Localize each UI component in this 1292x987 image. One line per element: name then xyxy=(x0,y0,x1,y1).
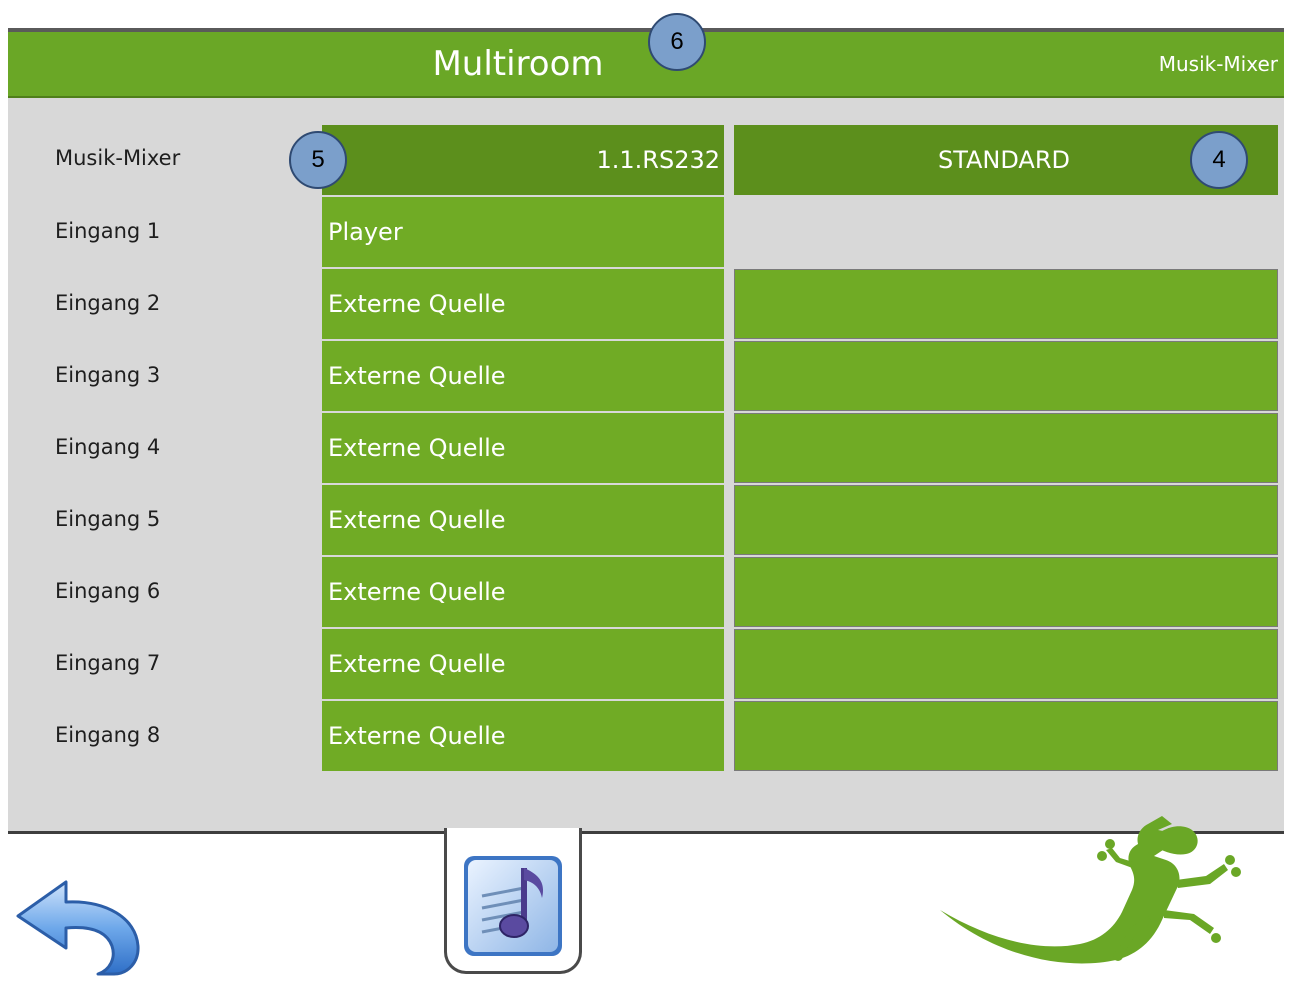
input-label-1: Eingang 1 xyxy=(55,219,161,243)
page-title: Multiroom xyxy=(432,44,604,84)
logo xyxy=(940,810,1292,987)
interface-value: 1.1.RS232 xyxy=(596,146,720,174)
input-output-6[interactable] xyxy=(734,557,1278,627)
input-source-label: Externe Quelle xyxy=(328,722,506,750)
callout-5: 5 xyxy=(289,131,347,189)
input-source-6[interactable]: Externe Quelle xyxy=(322,557,724,627)
input-output-7[interactable] xyxy=(734,629,1278,699)
back-button[interactable] xyxy=(14,878,144,978)
header-bar: Multiroom Musik-Mixer xyxy=(8,28,1284,98)
mixer-panel: Musik-Mixer 1.1.RS232 STANDARD Eingang 1… xyxy=(8,98,1284,834)
input-label-2: Eingang 2 xyxy=(55,291,161,315)
back-arrow-icon xyxy=(16,880,140,976)
gecko-logo-icon xyxy=(940,816,1241,964)
input-label-5: Eingang 5 xyxy=(55,507,161,531)
input-source-3[interactable]: Externe Quelle xyxy=(322,341,724,411)
input-label-6: Eingang 6 xyxy=(55,579,161,603)
input-source-label: Externe Quelle xyxy=(328,434,506,462)
input-source-label: Player xyxy=(328,218,403,246)
callout-6: 6 xyxy=(648,13,706,71)
input-label-8: Eingang 8 xyxy=(55,723,161,747)
interface-button[interactable]: 1.1.RS232 xyxy=(322,125,724,195)
input-output-2[interactable] xyxy=(734,269,1278,339)
input-label-7: Eingang 7 xyxy=(55,651,161,675)
input-source-8[interactable]: Externe Quelle xyxy=(322,701,724,771)
input-label-4: Eingang 4 xyxy=(55,435,161,459)
input-source-label: Externe Quelle xyxy=(328,650,506,678)
input-source-7[interactable]: Externe Quelle xyxy=(322,629,724,699)
input-output-8[interactable] xyxy=(734,701,1278,771)
input-output-5[interactable] xyxy=(734,485,1278,555)
music-button[interactable] xyxy=(454,844,572,964)
input-label-3: Eingang 3 xyxy=(55,363,161,387)
input-source-label: Externe Quelle xyxy=(328,290,506,318)
input-source-5[interactable]: Externe Quelle xyxy=(322,485,724,555)
page-subtitle: Musik-Mixer xyxy=(1158,52,1278,76)
input-source-4[interactable]: Externe Quelle xyxy=(322,413,724,483)
callout-4: 4 xyxy=(1190,131,1248,189)
input-source-2[interactable]: Externe Quelle xyxy=(322,269,724,339)
input-source-label: Externe Quelle xyxy=(328,578,506,606)
music-note-icon xyxy=(464,856,562,956)
input-output-3[interactable] xyxy=(734,341,1278,411)
input-source-1[interactable]: Player xyxy=(322,197,724,267)
bottom-bar xyxy=(0,816,1292,987)
mode-value: STANDARD xyxy=(937,146,1071,174)
mixer-label: Musik-Mixer xyxy=(55,146,181,170)
input-output-4[interactable] xyxy=(734,413,1278,483)
input-source-label: Externe Quelle xyxy=(328,362,506,390)
input-source-label: Externe Quelle xyxy=(328,506,506,534)
